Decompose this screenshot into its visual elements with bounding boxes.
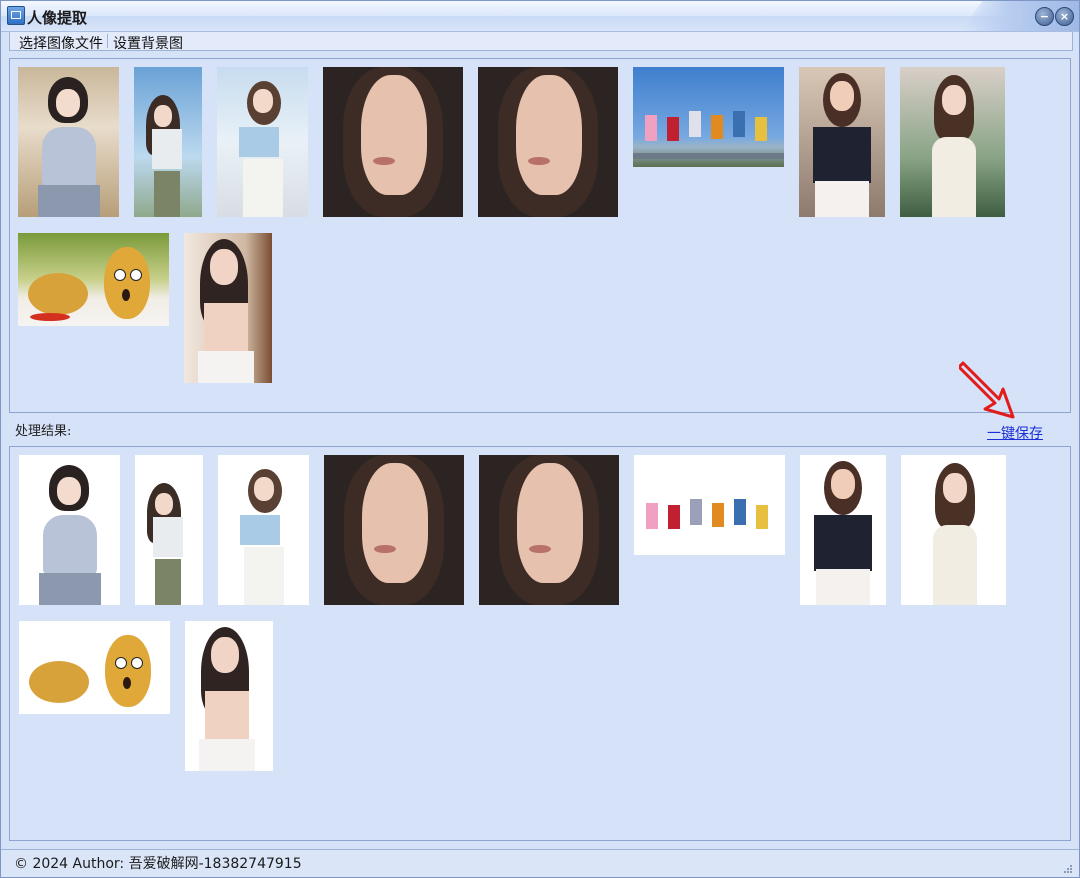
close-icon: × [1059, 10, 1070, 23]
title-bar[interactable]: 人像提取 − × [1, 1, 1079, 32]
minimize-icon: − [1039, 10, 1050, 23]
result-image-6[interactable] [634, 455, 785, 555]
source-image-5[interactable] [478, 67, 618, 217]
status-bar: © 2024 Author: 吾爱破解网-18382747915 [1, 849, 1079, 877]
menu-set-background[interactable]: 设置背景图 [110, 33, 186, 53]
window-title: 人像提取 [27, 9, 88, 27]
result-image-3[interactable] [218, 455, 309, 605]
app-window: 人像提取 − × 选择图像文件 设置背景图 处理结果: 一键保存 © 2024 … [0, 0, 1080, 878]
menu-select-image-files[interactable]: 选择图像文件 [16, 33, 106, 53]
source-image-6[interactable] [633, 67, 784, 167]
results-label: 处理结果: [15, 424, 72, 439]
source-image-8[interactable] [900, 67, 1005, 217]
source-image-10[interactable] [184, 233, 272, 383]
result-image-2[interactable] [135, 455, 203, 605]
size-grip-icon[interactable] [1063, 864, 1073, 874]
result-image-8[interactable] [901, 455, 1006, 605]
menu-bar: 选择图像文件 设置背景图 [9, 32, 1073, 53]
result-image-4[interactable] [324, 455, 464, 605]
menu-separator [107, 34, 108, 48]
arrow-icon [959, 361, 1015, 419]
result-image-5[interactable] [479, 455, 619, 605]
status-text: © 2024 Author: 吾爱破解网-18382747915 [14, 856, 302, 872]
source-image-9[interactable] [18, 233, 169, 326]
source-images-panel [9, 58, 1071, 413]
save-all-link[interactable]: 一键保存 [987, 423, 1043, 443]
result-image-1[interactable] [19, 455, 120, 605]
source-image-4[interactable] [323, 67, 463, 217]
app-icon [7, 6, 25, 25]
result-image-9[interactable] [19, 621, 170, 714]
source-image-3[interactable] [217, 67, 308, 217]
source-image-1[interactable] [18, 67, 119, 217]
result-image-7[interactable] [800, 455, 886, 605]
source-image-2[interactable] [134, 67, 202, 217]
source-image-7[interactable] [799, 67, 885, 217]
close-button[interactable]: × [1055, 7, 1074, 26]
results-panel [9, 446, 1071, 841]
result-image-10[interactable] [185, 621, 273, 771]
minimize-button[interactable]: − [1035, 7, 1054, 26]
